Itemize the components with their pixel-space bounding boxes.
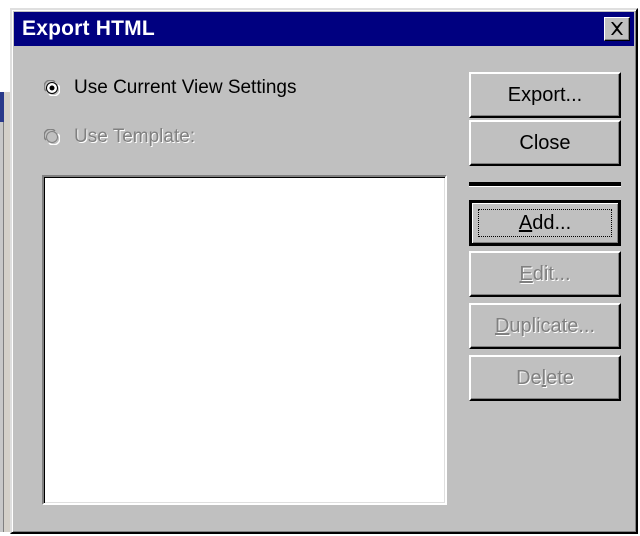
add-button[interactable]: Add...	[469, 200, 621, 246]
focus-rectangle	[478, 209, 612, 237]
close-window-button[interactable]	[604, 17, 630, 41]
radio-label: Use Template:	[74, 126, 196, 147]
export-html-dialog: Export HTML Use Current View Settings Us…	[10, 8, 638, 534]
dialog-titlebar[interactable]: Export HTML	[14, 12, 634, 46]
radio-selected-icon	[43, 79, 61, 97]
edit-button[interactable]: Edit...	[469, 251, 621, 297]
delete-button-label: Delete	[516, 366, 574, 389]
export-button-label: Export...	[507, 83, 583, 106]
close-button-label: Close	[519, 131, 571, 154]
duplicate-button[interactable]: Duplicate...	[469, 303, 621, 349]
button-group-separator	[469, 182, 621, 187]
export-button[interactable]: Export...	[469, 72, 621, 118]
background-window-titlebar-fragment	[0, 92, 4, 122]
template-listbox[interactable]	[42, 175, 447, 505]
edit-button-label: Edit...	[519, 262, 571, 285]
dialog-title: Export HTML	[22, 17, 155, 40]
radio-use-template[interactable]: Use Template:	[43, 123, 196, 151]
duplicate-button-label: Duplicate...	[494, 314, 596, 337]
delete-button[interactable]: Delete	[469, 355, 621, 401]
radio-unselected-icon	[43, 128, 61, 146]
close-x-icon	[611, 22, 623, 35]
radio-label: Use Current View Settings	[74, 77, 297, 98]
background-window-edge	[0, 92, 10, 532]
close-button[interactable]: Close	[469, 120, 621, 166]
radio-use-current-view-settings[interactable]: Use Current View Settings	[43, 74, 297, 102]
